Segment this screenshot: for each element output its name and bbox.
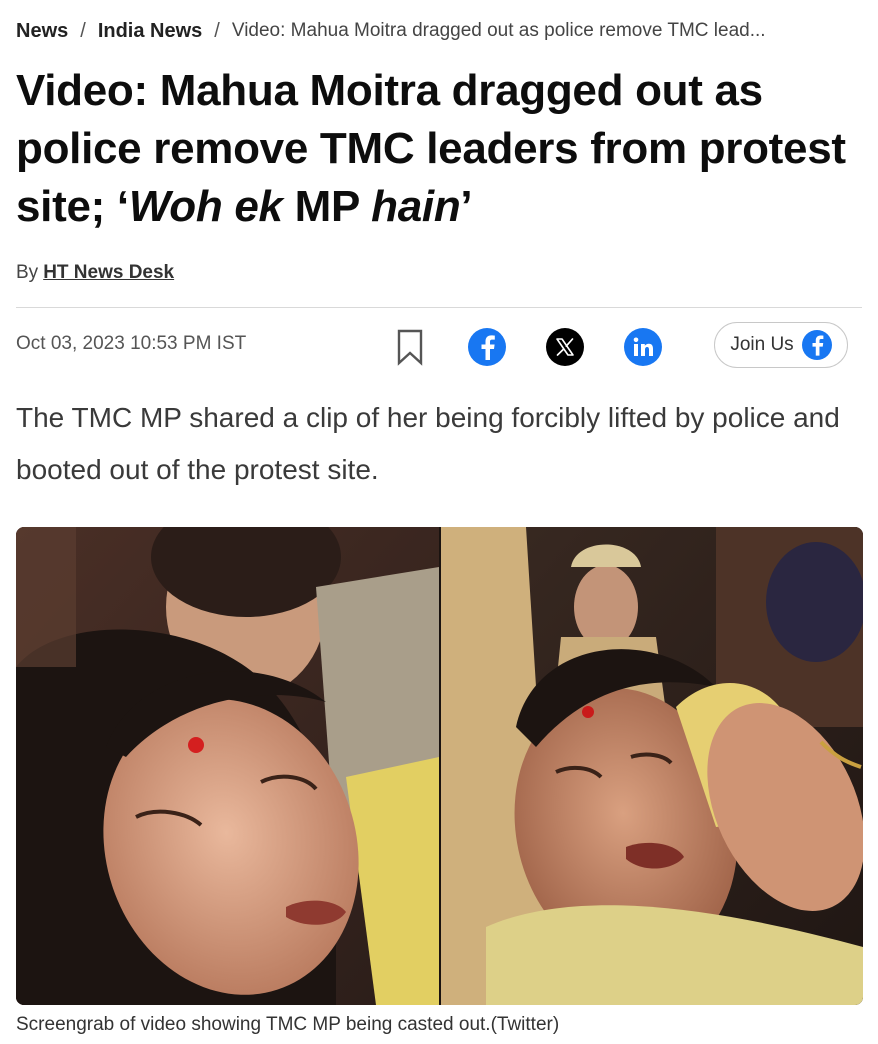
headline-quote-part3: hain <box>371 182 461 231</box>
bookmark-icon[interactable] <box>390 322 430 372</box>
divider <box>16 307 862 308</box>
photo-illustration <box>16 527 863 1005</box>
facebook-icon <box>801 330 832 360</box>
page-title: Video: Mahua Moitra dragged out as polic… <box>16 62 862 236</box>
breadcrumb-separator: / <box>80 19 86 42</box>
join-us-button[interactable]: Join Us <box>714 322 848 368</box>
headline-open-quote: ‘ <box>116 182 129 231</box>
breadcrumb-news-link[interactable]: News <box>16 20 68 43</box>
publish-date: Oct 03, 2023 10:53 PM IST <box>16 333 247 354</box>
x-icon[interactable] <box>546 328 584 366</box>
breadcrumb: News / India News / Video: Mahua Moitra … <box>16 14 862 48</box>
breadcrumb-separator: / <box>214 19 220 42</box>
breadcrumb-current: Video: Mahua Moitra dragged out as polic… <box>231 20 766 41</box>
byline: By HT News Desk <box>16 262 174 284</box>
byline-prefix: By <box>16 262 39 283</box>
headline-quote-part1: Woh ek <box>128 182 283 231</box>
article-summary: The TMC MP shared a clip of her being fo… <box>16 402 840 485</box>
photo-caption: Screengrab of video showing TMC MP being… <box>16 1014 560 1035</box>
breadcrumb-india-news-link[interactable]: India News <box>98 20 202 43</box>
join-us-label: Join Us <box>730 334 794 355</box>
share-bar <box>390 322 662 372</box>
headline-close-quote: ’ <box>460 182 473 231</box>
facebook-icon[interactable] <box>468 328 506 366</box>
headline-quote-part2: MP <box>282 182 372 231</box>
article-photo[interactable] <box>16 527 863 1005</box>
byline-author-link[interactable]: HT News Desk <box>43 262 174 284</box>
linkedin-icon[interactable] <box>624 328 662 366</box>
